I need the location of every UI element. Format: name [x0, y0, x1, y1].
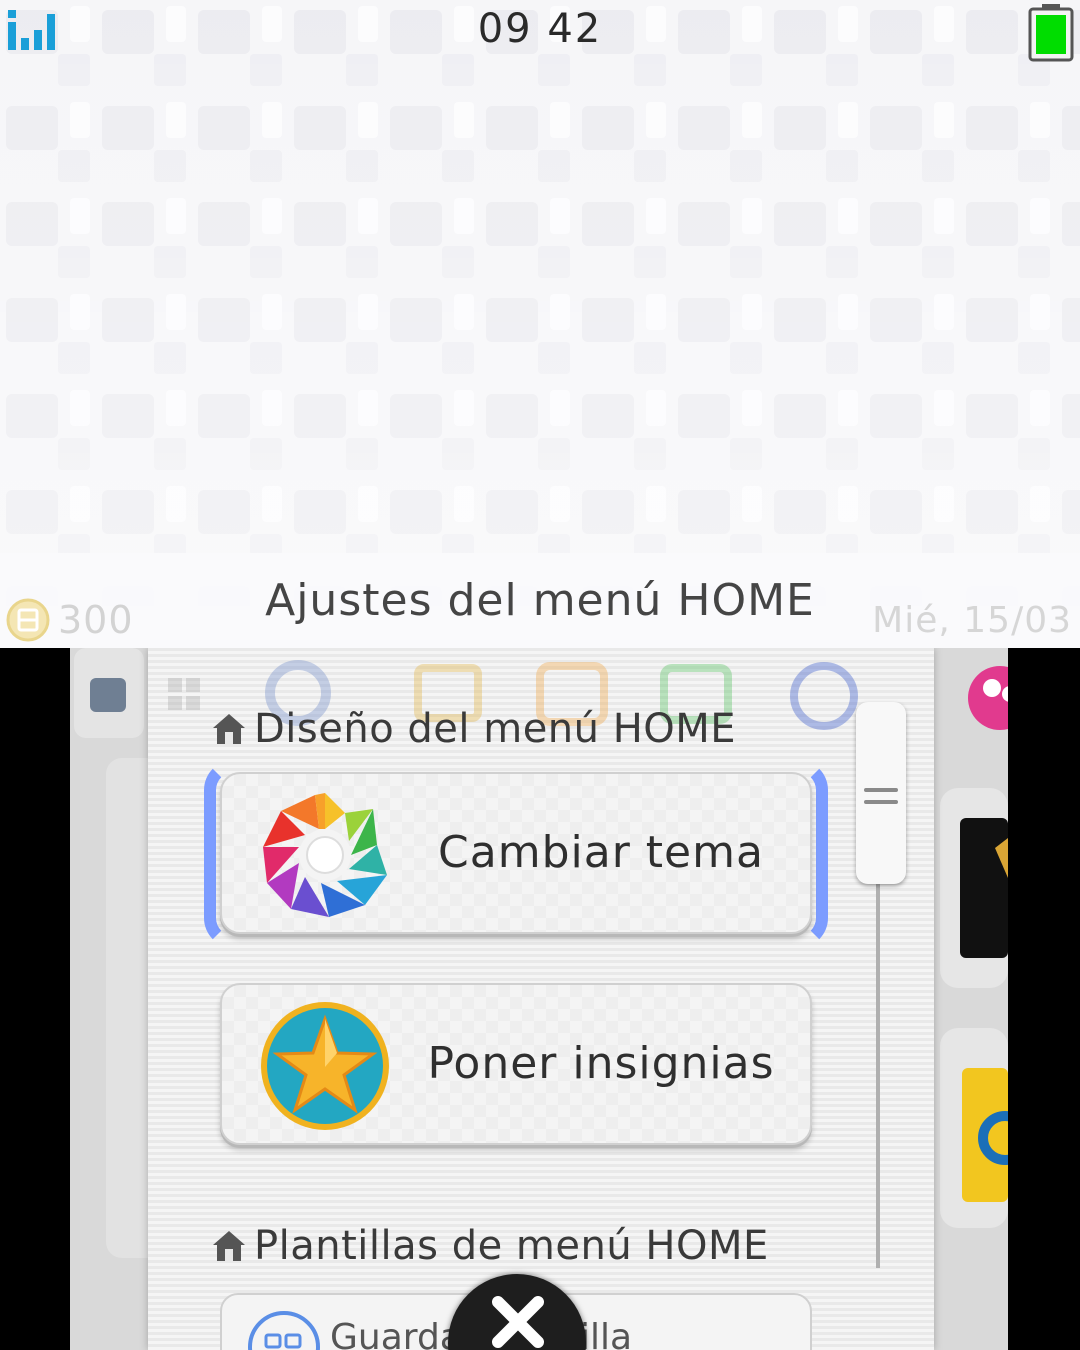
close-icon: [492, 1296, 544, 1348]
change-theme-button[interactable]: Cambiar tema: [220, 772, 812, 934]
section-header-label: Plantillas de menú HOME: [254, 1223, 769, 1269]
top-screen: 09 42 Ajustes del menú HOME 300 Mié, 15/…: [0, 0, 1080, 648]
battery-icon: [1028, 4, 1074, 62]
section-header-label: Diseño del menú HOME: [254, 706, 737, 752]
set-badges-button[interactable]: Poner insignias: [220, 983, 812, 1145]
play-coins-count: 300: [58, 598, 134, 642]
section-header-design: Diseño del menú HOME: [210, 706, 736, 752]
set-badges-label: Poner insignias: [427, 1038, 775, 1089]
theme-gear-icon: [263, 793, 387, 917]
section-header-templates: Plantillas de menú HOME: [210, 1223, 769, 1269]
scrollbar-thumb[interactable]: [856, 702, 906, 884]
change-theme-label: Cambiar tema: [438, 827, 764, 878]
play-coin-icon: [6, 598, 50, 642]
folder-icon: [248, 1311, 320, 1350]
home-icon: [213, 714, 245, 744]
badge-star-icon: [261, 1002, 389, 1130]
play-coins: 300: [6, 597, 134, 643]
clock: 09 42: [477, 6, 603, 52]
scrollbar-grip: [864, 800, 898, 804]
date: Mié, 15/03: [872, 600, 1072, 641]
home-icon: [213, 1231, 245, 1261]
theme-background-pattern: [0, 0, 1080, 648]
scrollbar-grip: [864, 788, 898, 792]
bottom-screen: Diseño del menú HOME Cambiar tema Poner …: [70, 648, 1008, 1350]
